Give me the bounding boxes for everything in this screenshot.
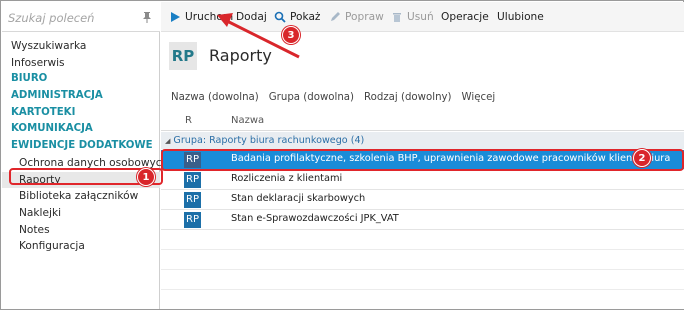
- page-header: RP Raporty: [161, 32, 684, 82]
- show-button[interactable]: Pokaż: [274, 9, 321, 25]
- report-name: Stan e-Sprawozdawczości JPK_VAT: [231, 213, 399, 224]
- sidebar-item-notes[interactable]: Notes: [2, 222, 160, 239]
- filter-more[interactable]: Więcej: [462, 92, 496, 103]
- toolbar: Uruchom Dodaj Pokaż Popraw Usuń Operacje: [161, 2, 684, 32]
- pin-icon[interactable]: [142, 11, 152, 23]
- sidebar-section-kartoteki[interactable]: KARTOTEKI: [2, 105, 160, 122]
- step-badge-1: 1: [137, 168, 155, 186]
- column-header-r[interactable]: R: [185, 115, 192, 126]
- filter-bar: Nazwa (dowolna) Grupa (dowolna) Rodzaj (…: [161, 86, 684, 108]
- report-name: Rozliczenia z klientami: [231, 173, 343, 184]
- empty-row: [161, 250, 684, 270]
- favorites-button-label: Ulubione: [497, 11, 544, 23]
- sidebar-section-administracja[interactable]: ADMINISTRACJA: [2, 88, 160, 105]
- add-button-label: Dodaj: [236, 11, 267, 23]
- magnifier-icon: [274, 11, 286, 23]
- step-badge-2: 2: [633, 149, 651, 167]
- add-button[interactable]: Dodaj: [236, 9, 267, 25]
- table-row[interactable]: RP Stan e-Sprawozdawczości JPK_VAT: [161, 210, 684, 230]
- step-badge-3: 3: [282, 26, 300, 44]
- sidebar-item-biblioteka-zalacznikow[interactable]: Biblioteka załączników: [2, 188, 160, 205]
- report-name: Stan deklaracji skarbowych: [231, 193, 366, 204]
- column-header-name[interactable]: Nazwa: [231, 115, 264, 126]
- sidebar-item-wyszukiwarka[interactable]: Wyszukiwarka: [2, 38, 160, 55]
- group-label: Grupa: Raporty biura rachunkowego (4): [173, 135, 365, 146]
- trash-icon: [393, 13, 401, 22]
- edit-button-label: Popraw: [345, 11, 384, 23]
- group-row[interactable]: ◢ Grupa: Raporty biura rachunkowego (4): [161, 132, 684, 149]
- table-row[interactable]: RP Stan deklaracji skarbowych: [161, 190, 684, 210]
- page-title: Raporty: [209, 46, 272, 65]
- reports-module-icon: RP: [169, 42, 197, 70]
- report-icon: RP: [184, 192, 201, 208]
- run-button-label: Uruchom: [185, 11, 234, 23]
- report-icon: RP: [184, 172, 201, 188]
- sidebar-nav: Wyszukiwarka Infoserwis BIURO ADMINISTRA…: [2, 38, 168, 255]
- favorites-button[interactable]: Ulubione: [497, 9, 544, 25]
- empty-row: [161, 230, 684, 250]
- sidebar-item-konfiguracja[interactable]: Konfiguracja: [2, 238, 160, 255]
- report-icon: RP: [184, 212, 201, 228]
- highlight-selected-row: [161, 149, 684, 171]
- edit-button[interactable]: Popraw: [329, 9, 384, 25]
- sidebar-section-komunikacja[interactable]: KOMUNIKACJA: [2, 121, 160, 138]
- sidebar-item-naklejki[interactable]: Naklejki: [2, 205, 160, 222]
- filter-group[interactable]: Grupa (dowolna): [269, 92, 354, 103]
- delete-button[interactable]: Usuń: [391, 9, 434, 25]
- collapse-triangle-icon[interactable]: ◢: [165, 137, 170, 145]
- play-icon: [171, 12, 180, 22]
- sidebar: Wyszukiwarka Infoserwis BIURO ADMINISTRA…: [2, 2, 168, 309]
- filter-type[interactable]: Rodzaj (dowolny): [364, 92, 452, 103]
- delete-button-label: Usuń: [407, 11, 434, 23]
- operations-button[interactable]: Operacje: [441, 9, 489, 25]
- operations-button-label: Operacje: [441, 11, 489, 23]
- grid-header: R Nazwa: [161, 112, 684, 131]
- filter-name[interactable]: Nazwa (dowolna): [171, 92, 259, 103]
- run-button[interactable]: Uruchom: [169, 9, 233, 25]
- report-list: RP Badania profilaktyczne, szkolenia BHP…: [161, 150, 684, 290]
- show-button-label: Pokaż: [290, 11, 321, 23]
- table-row[interactable]: RP Rozliczenia z klientami: [161, 170, 684, 190]
- pencil-icon: [331, 12, 340, 21]
- sidebar-section-biuro[interactable]: BIURO: [2, 71, 160, 88]
- app-window: Wyszukiwarka Infoserwis BIURO ADMINISTRA…: [0, 0, 684, 310]
- sidebar-item-infoserwis[interactable]: Infoserwis: [2, 55, 160, 72]
- command-search: [2, 2, 160, 32]
- sidebar-section-ewidencje-dodatkowe[interactable]: EWIDENCJE DODATKOWE: [2, 138, 160, 155]
- empty-row: [161, 270, 684, 290]
- command-search-input[interactable]: [8, 9, 128, 27]
